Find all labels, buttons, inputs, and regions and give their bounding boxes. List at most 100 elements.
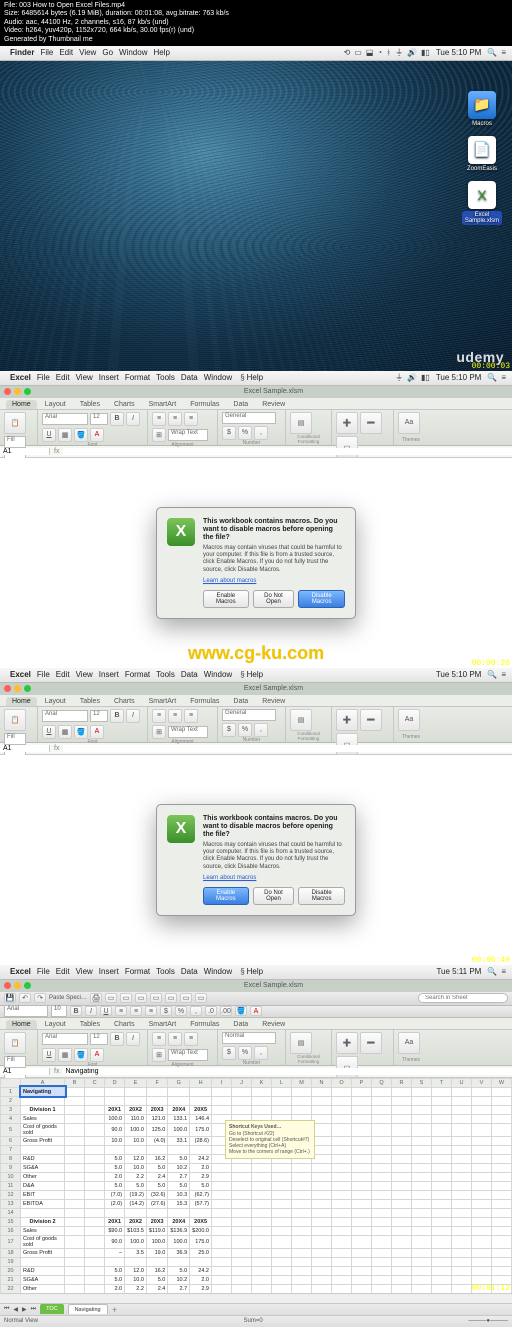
spreadsheet-table[interactable]: ABCDEFGHIJKLMNOPQRSTUVW1Navigating23Divi… [0, 1078, 512, 1293]
increase-decimal-button[interactable]: .00 [220, 1006, 232, 1016]
ribbon-tab-layout[interactable]: Layout [39, 400, 72, 409]
search-in-sheet[interactable] [418, 993, 508, 1003]
ribbon-tab-tables[interactable]: Tables [74, 697, 106, 706]
ribbon-tab-tables[interactable]: Tables [74, 400, 106, 409]
comma-button[interactable]: , [190, 1006, 202, 1016]
paste-button[interactable]: 📋 [4, 709, 26, 731]
comma-button[interactable]: , [254, 1046, 268, 1060]
menu-help[interactable]: Help [247, 967, 263, 976]
dropbox-icon[interactable]: ⬓ [366, 48, 374, 57]
learn-macros-link[interactable]: Learn about macros [203, 875, 256, 881]
learn-macros-link[interactable]: Learn about macros [203, 578, 256, 584]
menu-tools[interactable]: Tools [156, 373, 175, 382]
menu-window[interactable]: Window [204, 373, 232, 382]
delete-button[interactable]: ➖ [360, 1032, 382, 1054]
border-button[interactable]: ▦ [58, 428, 72, 442]
themes-button[interactable]: Aa [398, 1032, 420, 1054]
window-titlebar[interactable]: Excel Sample.xlsm [0, 980, 512, 992]
menu-file[interactable]: File [40, 48, 53, 57]
ribbon-tab-review[interactable]: Review [256, 697, 291, 706]
ribbon-tab-formulas[interactable]: Formulas [184, 697, 225, 706]
wifi-icon[interactable]: ⏚ [395, 372, 403, 383]
desktop-file-zoom[interactable]: 📄 ZoomEasis [462, 136, 502, 172]
menu-view[interactable]: View [76, 967, 93, 976]
qat-button[interactable]: ▭ [150, 993, 162, 1003]
active-app-name[interactable]: Excel [10, 373, 31, 382]
ribbon-tab-data[interactable]: Data [227, 697, 254, 706]
worksheet-area[interactable]: X This workbook contains macros. Do you … [0, 755, 512, 965]
conditional-formatting-button[interactable]: ▤ [290, 709, 312, 731]
font-name-select[interactable]: Arial [42, 1033, 88, 1045]
qat-button[interactable]: ▭ [105, 993, 117, 1003]
font-name-select[interactable]: Arial [42, 710, 88, 722]
ribbon-tab-home[interactable]: Home [6, 697, 37, 706]
underline-button[interactable]: U [100, 1006, 112, 1016]
zoom-button[interactable] [24, 388, 31, 395]
battery-icon[interactable]: ▮▯ [421, 48, 430, 57]
view-mode[interactable]: Normal View [4, 1318, 38, 1324]
ribbon-tab-charts[interactable]: Charts [108, 400, 141, 409]
close-button[interactable] [4, 388, 11, 395]
paste-button[interactable]: 📋 [4, 412, 26, 434]
name-box[interactable]: A1 [0, 448, 50, 455]
wrap-text-toggle[interactable]: Wrap Text [168, 1049, 208, 1061]
clock[interactable]: Tue 5:10 PM [436, 48, 482, 57]
nav-next-icon[interactable]: ▶ [22, 1306, 27, 1313]
align-left-button[interactable]: ≡ [152, 412, 166, 426]
formula-input[interactable] [63, 745, 512, 752]
menu-tools[interactable]: Tools [156, 967, 175, 976]
menu-help[interactable]: Help [247, 373, 263, 382]
fx-icon[interactable]: fx [50, 1068, 63, 1075]
currency-button[interactable]: $ [222, 426, 236, 440]
ribbon-tab-review[interactable]: Review [256, 1020, 291, 1029]
menu-edit[interactable]: Edit [56, 967, 70, 976]
timemachine-icon[interactable]: ◔ [377, 48, 382, 57]
menu-edit[interactable]: Edit [56, 670, 70, 679]
spotlight-icon[interactable]: 🔍 [487, 373, 497, 382]
align-center-button[interactable]: ≡ [168, 412, 182, 426]
menu-tools[interactable]: Tools [156, 670, 175, 679]
font-size-select[interactable]: 12 [90, 413, 108, 425]
qat-button[interactable]: ▭ [135, 993, 147, 1003]
ribbon-tab-formulas[interactable]: Formulas [184, 1020, 225, 1029]
nav-prev-icon[interactable]: ◀ [13, 1306, 18, 1313]
volume-icon[interactable]: 🔊 [407, 373, 417, 382]
minimize-button[interactable] [14, 685, 21, 692]
themes-button[interactable]: Aa [398, 709, 420, 731]
delete-button[interactable]: ➖ [360, 709, 382, 731]
disable-macros-button[interactable]: Disable Macros [298, 590, 345, 608]
menu-help[interactable]: Help [153, 48, 169, 57]
menu-go[interactable]: Go [102, 48, 113, 57]
italic-button[interactable]: I [126, 709, 140, 723]
fill-dropdown[interactable]: Fill [4, 1056, 26, 1068]
bold-button[interactable]: B [110, 412, 124, 426]
notification-icon[interactable]: ≡ [501, 373, 506, 382]
bluetooth-icon[interactable]: ᚼ [386, 48, 391, 57]
minimize-button[interactable] [14, 388, 21, 395]
border-button[interactable]: ▦ [58, 1048, 72, 1062]
menu-window[interactable]: Window [119, 48, 147, 57]
wifi-icon[interactable]: ⏚ [395, 47, 403, 58]
menu-help[interactable]: Help [247, 670, 263, 679]
enable-macros-button[interactable]: Enable Macros [203, 887, 249, 905]
battery-icon[interactable]: ▮▯ [421, 373, 430, 382]
menu-format[interactable]: Format [125, 373, 150, 382]
ribbon-tab-formulas[interactable]: Formulas [184, 400, 225, 409]
themes-button[interactable]: Aa [398, 412, 420, 434]
spotlight-icon[interactable]: 🔍 [487, 967, 497, 976]
delete-button[interactable]: ➖ [360, 412, 382, 434]
align-left-button[interactable]: ≡ [152, 1032, 166, 1046]
script-icon[interactable]: § [240, 670, 244, 679]
clock[interactable]: Tue 5:10 PM [436, 670, 482, 679]
menu-data[interactable]: Data [181, 373, 198, 382]
menu-edit[interactable]: Edit [59, 48, 73, 57]
qat-button[interactable]: ▭ [195, 993, 207, 1003]
currency-button[interactable]: $ [222, 1046, 236, 1060]
fill-color-button[interactable]: 🪣 [74, 1048, 88, 1062]
window-titlebar[interactable]: Excel Sample.xlsm [0, 683, 512, 695]
menu-window[interactable]: Window [204, 670, 232, 679]
menu-format[interactable]: Format [125, 967, 150, 976]
align-left-button[interactable]: ≡ [152, 709, 166, 723]
worksheet-area[interactable]: X This workbook contains macros. Do you … [0, 458, 512, 668]
volume-icon[interactable]: 🔊 [407, 48, 417, 57]
